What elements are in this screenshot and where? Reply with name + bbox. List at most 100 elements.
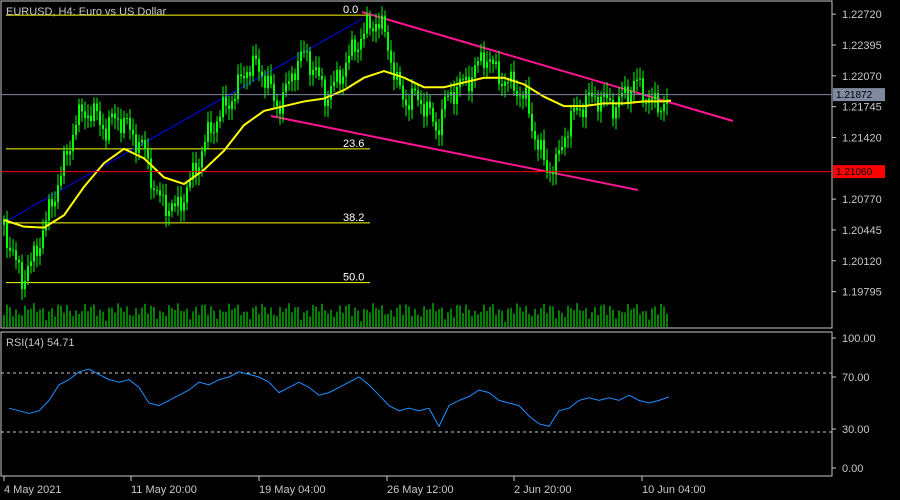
- candle-body: [465, 76, 467, 80]
- current-price-tag: 1.21872: [833, 88, 885, 102]
- volume-bar: [537, 314, 539, 327]
- candle-body: [429, 101, 431, 108]
- volume-bar: [288, 303, 290, 327]
- candle-body: [144, 139, 146, 150]
- price-tick-label: 1.20120: [842, 256, 882, 268]
- volume-bar: [213, 310, 215, 327]
- candle-body: [87, 115, 89, 118]
- volume-bar: [597, 314, 599, 327]
- candle-body: [138, 142, 140, 153]
- candle-body: [72, 134, 74, 151]
- volume-bar: [384, 314, 386, 327]
- candle-body: [444, 96, 446, 110]
- volume-bar: [594, 307, 596, 327]
- time-axis[interactable]: 4 May 2021 11 May 20:00 19 May 04:00 26 May…: [3, 476, 706, 496]
- candle-body: [537, 139, 539, 150]
- candle-body: [267, 75, 269, 88]
- candle-body: [309, 51, 311, 75]
- candle-body: [240, 74, 242, 77]
- rsi-axis: 100.00 70.00 30.00 0.00: [832, 333, 876, 475]
- candle-body: [387, 32, 389, 51]
- candle-body: [432, 107, 434, 122]
- candle-body: [657, 93, 659, 113]
- candle-body: [573, 107, 575, 112]
- candle-body: [522, 95, 524, 99]
- candle-body: [237, 74, 239, 100]
- candle-body: [228, 105, 230, 109]
- volume-bar: [96, 315, 98, 327]
- volume-bar: [21, 315, 23, 327]
- volume-bar: [183, 311, 185, 327]
- volume-bar: [474, 310, 476, 327]
- candle-body: [639, 78, 641, 80]
- candle-body: [528, 87, 530, 114]
- volume-bar: [504, 321, 506, 327]
- rsi-tick-label: 0.00: [842, 463, 863, 475]
- candle-body: [315, 67, 317, 71]
- price-pane[interactable]: [0, 0, 833, 329]
- candle-body: [210, 122, 212, 133]
- volume-bar: [147, 313, 149, 327]
- candle-body: [243, 76, 245, 78]
- volume-bar: [258, 313, 260, 327]
- volume-bar: [447, 312, 449, 327]
- red-level-tag: 1.21060: [833, 165, 885, 179]
- volume-bar: [408, 306, 410, 327]
- volume-bar: [372, 303, 374, 327]
- candle-body: [447, 95, 449, 97]
- volume-bar: [168, 305, 170, 327]
- candle-body: [567, 136, 569, 138]
- candle-body: [276, 100, 278, 106]
- candle-body: [216, 121, 218, 133]
- volume-bar: [345, 305, 347, 327]
- volume-bar: [54, 316, 56, 327]
- candle-body: [285, 83, 287, 93]
- volume-bar: [195, 306, 197, 327]
- volume-bar: [600, 305, 602, 327]
- candle-body: [468, 76, 470, 92]
- volume-bar: [438, 309, 440, 327]
- price-axis[interactable]: 1.22720 1.22395 1.22070 1.21745 1.21420 1.207…: [832, 9, 882, 299]
- candle-body: [246, 71, 248, 78]
- trading-chart[interactable]: 0.0 23.6 38.2 50.0 EURUSD, H4: Euro vs US D…: [0, 0, 900, 500]
- volume-bar: [363, 309, 365, 327]
- rsi-pane[interactable]: [0, 331, 833, 477]
- volume-bar: [630, 309, 632, 327]
- candle-body: [108, 117, 110, 141]
- candle-body: [426, 101, 428, 117]
- volume-bar: [9, 307, 11, 327]
- candle-body: [195, 162, 197, 175]
- candle-body: [102, 125, 104, 129]
- candle-body: [300, 51, 302, 62]
- candle-body: [294, 73, 296, 81]
- volume-bar: [105, 320, 107, 327]
- volume-bar: [426, 309, 428, 327]
- volume-bar: [423, 306, 425, 327]
- candle-body: [330, 86, 332, 100]
- volume-bar: [336, 311, 338, 327]
- candle-body: [90, 115, 92, 122]
- volume-bar: [111, 307, 113, 327]
- volume-bar: [450, 308, 452, 327]
- candle-body: [261, 71, 263, 76]
- candle-body: [654, 93, 656, 100]
- candle-body: [483, 52, 485, 68]
- volume-bar: [342, 312, 344, 327]
- candle-body: [174, 203, 176, 207]
- candle-body: [336, 69, 338, 82]
- volume-bar: [609, 305, 611, 327]
- volume-bar: [399, 304, 401, 327]
- candle-body: [30, 261, 32, 267]
- candle-body: [60, 175, 62, 186]
- candle-body: [489, 59, 491, 62]
- volume-bar: [330, 309, 332, 327]
- volume-bar: [459, 305, 461, 327]
- candle-body: [111, 113, 113, 118]
- volume-bar: [624, 312, 626, 327]
- candle-body: [180, 197, 182, 211]
- volume-bar: [60, 305, 62, 327]
- candle-body: [270, 75, 272, 85]
- candles: [3, 6, 668, 301]
- candle-body: [69, 150, 71, 155]
- volume-bar: [540, 308, 542, 327]
